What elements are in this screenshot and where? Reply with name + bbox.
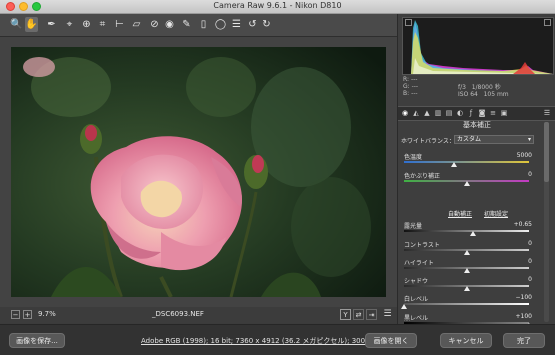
highlights-value[interactable]: 0 [528,258,532,265]
focal-length: 105 mm [483,91,509,98]
highlights-label: ハイライト [404,260,434,267]
highlight-clipping-toggle[interactable] [544,19,551,26]
tab-lens-icon[interactable]: ◐ [456,109,464,117]
swap-settings-icon[interactable]: ⇄ [353,309,364,320]
rgb-readout: R: --- G: --- B: --- [403,76,419,97]
aperture: f/3 [458,84,466,91]
shutter-speed: 1/8000 秒 [471,84,501,91]
window-titlebar: Camera Raw 9.6.1 - Nikon D810 [0,0,555,14]
settings-icon[interactable]: ☰ [382,309,393,320]
tab-presets-icon[interactable]: ≡ [489,109,497,117]
contrast-slider-handle[interactable] [463,250,470,255]
zoom-tool[interactable]: 🔍 [10,17,23,32]
copy-settings-icon[interactable]: ⇥ [366,309,377,320]
zoom-out-button[interactable]: − [11,310,20,319]
panel-scrollbar[interactable] [544,122,549,322]
right-panel: R: --- G: --- B: --- f/3 1/8000 秒 ISO 64… [397,14,555,328]
save-image-button[interactable]: 画像を保存... [9,333,65,348]
radial-filter-tool[interactable]: ◯ [214,17,227,32]
zoom-level-dropdown[interactable]: 9.7% [38,310,56,318]
blacks-value[interactable]: +100 [516,313,532,320]
exposure-slider[interactable] [404,230,529,232]
tab-hsl-icon[interactable]: ▥ [434,109,442,117]
highlights-slider-handle[interactable] [463,268,470,273]
temperature-value[interactable]: 5000 [517,152,532,159]
bottom-bar: 画像を保存... Adobe RGB (1998); 16 bit; 7360 … [0,324,555,355]
temperature-slider[interactable] [404,161,529,163]
crop-tool[interactable]: ⌗ [96,17,109,32]
whites-value[interactable]: −100 [516,294,532,301]
tab-split-toning-icon[interactable]: ▤ [445,109,453,117]
tab-tone-curve-icon[interactable]: ◭ [412,109,420,117]
default-link[interactable]: 初期設定 [484,209,508,218]
temperature-label: 色温度 [404,154,423,161]
auto-link[interactable]: 自動補正 [448,209,472,218]
exposure-value[interactable]: +0.65 [514,221,532,228]
workflow-options-link[interactable]: Adobe RGB (1998); 16 bit; 7360 x 4912 (3… [141,336,378,346]
cancel-button[interactable]: キャンセル [440,333,492,348]
iso: ISO 64 [458,91,478,98]
tint-value[interactable]: 0 [528,171,532,178]
graduated-filter-tool[interactable]: ▯ [197,17,210,32]
white-balance-label: ホワイトバランス： [401,138,455,145]
done-button[interactable]: 完了 [503,333,545,348]
shadows-value[interactable]: 0 [528,276,532,283]
filename-label: _DSC6093.NEF [152,310,204,318]
contrast-label: コントラスト [404,242,440,249]
hand-tool[interactable]: ✋ [25,17,38,32]
white-balance-tool[interactable]: ✒ [45,17,58,32]
panel-title: 基本補正 [463,121,491,129]
tab-basic-icon[interactable]: ◉ [401,109,409,117]
whites-slider-handle[interactable] [401,304,407,309]
tab-detail-icon[interactable]: ▲ [423,109,431,117]
zoom-in-button[interactable]: + [23,310,32,319]
tool-bar: 🔍 ✋ ✒ ⌖ ⊕ ⌗ ⊢ ▱ ⊘ ◉ ✎ ▯ ◯ ☰ ↺ ↻ [0,14,397,37]
color-sampler-tool[interactable]: ⌖ [63,17,76,32]
status-bar: − + 9.7% _DSC6093.NEF Y ⇄ ⇥ ☰ [0,307,397,323]
rotate-cw-tool[interactable]: ↻ [260,17,273,32]
contrast-value[interactable]: 0 [528,240,532,247]
rotate-ccw-tool[interactable]: ↺ [246,17,259,32]
transform-tool[interactable]: ▱ [130,17,143,32]
targeted-adjustment-tool[interactable]: ⊕ [80,17,93,32]
window-title: Camera Raw 9.6.1 - Nikon D810 [213,1,342,10]
tab-camera-calibration-icon[interactable]: ◙ [478,109,486,117]
shadow-clipping-toggle[interactable] [405,19,412,26]
exif-info: f/3 1/8000 秒 ISO 64 105 mm [458,82,538,98]
blacks-label: 黒レベル [404,315,429,322]
preferences-tool[interactable]: ☰ [230,17,243,32]
preview-area [0,37,397,307]
before-after-toggle[interactable]: Y [340,309,351,320]
histogram-graph [411,20,553,74]
rose-photo [11,47,386,297]
exposure-slider-handle[interactable] [470,231,477,236]
red-eye-tool[interactable]: ◉ [163,17,176,32]
histogram [402,17,554,75]
whites-slider[interactable] [404,303,529,305]
photo-preview[interactable] [11,47,386,297]
straighten-tool[interactable]: ⊢ [113,17,126,32]
tab-snapshots-icon[interactable]: ▣ [500,109,508,117]
tint-label: 色かぶり補正 [404,173,441,180]
exposure-label: 露光量 [404,223,423,230]
scrollbar-thumb[interactable] [544,122,549,182]
chevron-down-icon: ▾ [527,136,531,143]
shadows-slider-handle[interactable] [463,286,470,291]
shadows-label: シャドウ [404,278,429,285]
temperature-slider-handle[interactable] [451,162,457,167]
panel-menu-icon[interactable]: ☰ [543,109,551,117]
whites-label: 白レベル [404,296,429,303]
tab-effects-icon[interactable]: ƒ [467,109,475,117]
white-balance-select[interactable]: カスタム ▾ [454,135,534,144]
adjustment-brush-tool[interactable]: ✎ [180,17,193,32]
spot-removal-tool[interactable]: ⊘ [148,17,161,32]
tint-slider-handle[interactable] [463,181,470,186]
open-image-button[interactable]: 画像を開く [365,333,417,348]
panel-tabs: ◉ ◭ ▲ ▥ ▤ ◐ ƒ ◙ ≡ ▣ ☰ [398,106,555,121]
